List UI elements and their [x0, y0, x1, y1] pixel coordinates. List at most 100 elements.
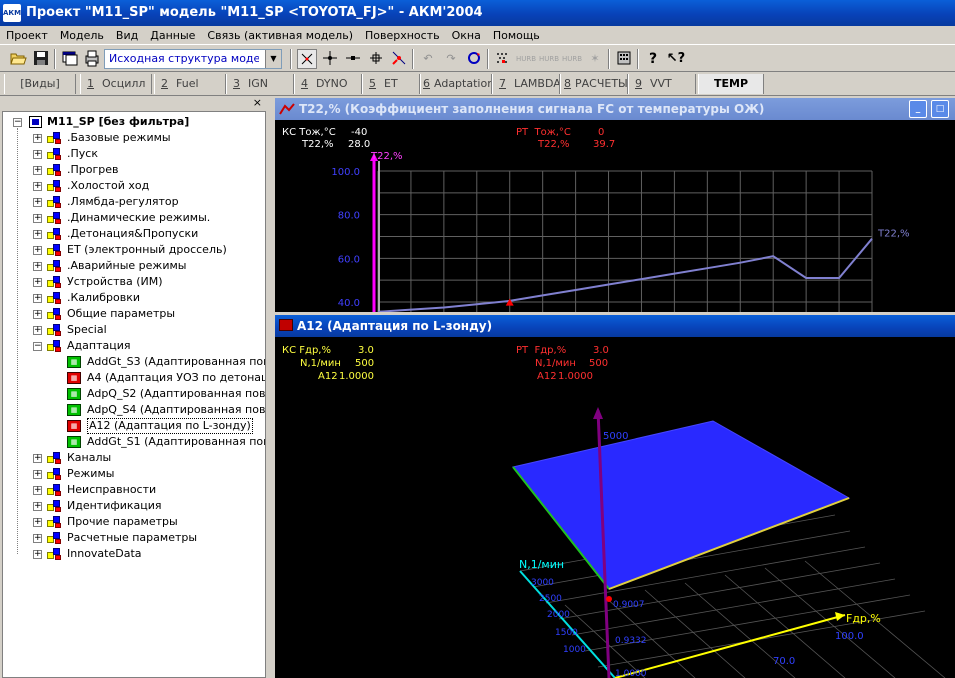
tree-group[interactable]: .Прогрев — [67, 162, 119, 178]
group-expander[interactable]: + — [33, 454, 42, 463]
tab-lambda[interactable]: 7 LAMBDA — [492, 74, 560, 94]
menu-connection[interactable]: Связь (активная модель) — [201, 26, 359, 45]
tree-group[interactable]: .Детонация&Пропуски — [67, 226, 198, 242]
menu-model[interactable]: Модель — [54, 26, 110, 45]
tree-group[interactable]: Устройства (ИМ) — [67, 274, 163, 290]
app-icon[interactable]: АКМ — [3, 4, 21, 22]
group-expander[interactable]: + — [33, 166, 42, 175]
smooth-icon[interactable] — [493, 49, 513, 69]
group-expander[interactable]: + — [33, 502, 42, 511]
group-expander[interactable]: + — [33, 230, 42, 239]
group-expander[interactable]: + — [33, 550, 42, 559]
tab-fuel[interactable]: 2 Fuel — [154, 74, 226, 94]
chart-window-t22[interactable]: T22,% (Коэффициент заполнения сигнала FC… — [275, 98, 955, 312]
group-expander[interactable]: + — [33, 198, 42, 207]
tab-adaptation[interactable]: 6 Adaptation — [420, 74, 492, 94]
print-icon[interactable] — [82, 49, 102, 69]
tab-temp[interactable]: TEMP — [698, 74, 764, 94]
menu-view[interactable]: Вид — [110, 26, 144, 45]
tree-module[interactable]: AdpQ_S2 (Адаптированная пов-ть — [87, 386, 265, 402]
tree-group[interactable]: InnovateData — [67, 546, 142, 562]
tree-module[interactable]: AddGt_S1 (Адаптированная пов-ть — [87, 434, 265, 450]
group-expander[interactable]: + — [33, 278, 42, 287]
group-expander[interactable]: + — [33, 518, 42, 527]
menu-data[interactable]: Данные — [144, 26, 201, 45]
save-icon[interactable] — [31, 49, 51, 69]
tab-vvt[interactable]: 9 VVT — [628, 74, 696, 94]
group-expander[interactable]: + — [33, 214, 42, 223]
tree-group[interactable]: .Пуск — [67, 146, 98, 162]
group-expander[interactable]: + — [33, 134, 42, 143]
group-expander[interactable]: + — [33, 150, 42, 159]
tab-calculations[interactable]: 8 РАСЧЕТЫ — [560, 74, 628, 94]
model-tree[interactable]: − M11_SP [без фильтра] + .Базовые режимы + .П… — [2, 111, 266, 678]
tree-group[interactable]: .Динамические режимы. — [67, 210, 210, 226]
group-expander[interactable]: + — [33, 262, 42, 271]
group-expander[interactable]: + — [33, 310, 42, 319]
group-expander[interactable]: + — [33, 326, 42, 335]
surface-window-a12[interactable]: A12 (Адаптация по L-зонду) КС Fдр,% 3.0 … — [275, 315, 955, 678]
app-titlebar[interactable]: АКМ Проект "M11_SP" модель "M11_SP <TOYO… — [0, 0, 955, 26]
tree-module[interactable]: A12 (Адаптация по L-зонду) — [87, 418, 253, 434]
group-expander[interactable]: + — [33, 486, 42, 495]
help-icon[interactable]: ? — [643, 49, 663, 69]
smooth3-icon[interactable]: HURB — [539, 49, 559, 69]
group-expander[interactable]: + — [33, 534, 42, 543]
group-expander[interactable]: + — [33, 294, 42, 303]
tree-group[interactable]: Неисправности — [67, 482, 156, 498]
tree-module[interactable]: AddGt_S3 (Адаптированная пов-ть — [87, 354, 265, 370]
menu-surface[interactable]: Поверхность — [359, 26, 446, 45]
calc-icon[interactable] — [614, 49, 634, 69]
tree-group[interactable]: .Базовые режимы — [67, 130, 171, 146]
close-icon[interactable]: × — [253, 96, 262, 110]
select-icon[interactable] — [389, 49, 409, 69]
group-expander[interactable]: + — [33, 182, 42, 191]
tree-group[interactable]: .Калибровки — [67, 290, 140, 306]
tree-group[interactable]: ET (электронный дроссель) — [67, 242, 227, 258]
group-expander[interactable]: + — [33, 246, 42, 255]
context-help-icon[interactable]: ↖? — [666, 49, 686, 69]
smooth4-icon[interactable]: HURB — [562, 49, 582, 69]
chevron-down-icon[interactable]: ▼ — [265, 50, 281, 68]
tree-group[interactable]: Общие параметры — [67, 306, 175, 322]
tree-group[interactable]: .Лямбда-регулятор — [67, 194, 179, 210]
group-expander[interactable]: − — [33, 342, 42, 351]
windows-icon[interactable] — [60, 49, 80, 69]
grid-icon[interactable] — [366, 49, 386, 69]
structure-select[interactable]: Исходная структура модели 'M ▼ — [104, 49, 282, 69]
menu-project[interactable]: Проект — [0, 26, 54, 45]
tree-group[interactable]: Идентификация — [67, 498, 162, 514]
redo-icon[interactable]: ↷ — [441, 49, 461, 69]
tree-group[interactable]: Расчетные параметры — [67, 530, 197, 546]
menu-help[interactable]: Помощь — [487, 26, 546, 45]
tab-dyno[interactable]: 4 DYNO — [294, 74, 362, 94]
panel-splitter[interactable] — [268, 96, 274, 678]
smooth2-icon[interactable]: HURB — [516, 49, 536, 69]
tab-views[interactable]: [Виды] — [4, 74, 76, 94]
surface-3d[interactable]: 5000 Fдр,% 100.0 70.0 N,1/мин 3000 2500 … — [275, 315, 955, 678]
tab-et[interactable]: 5 ET — [362, 74, 420, 94]
menu-windows[interactable]: Окна — [446, 26, 487, 45]
undo-icon[interactable]: ↶ — [418, 49, 438, 69]
open-icon[interactable] — [8, 49, 28, 69]
point-icon[interactable] — [320, 49, 340, 69]
tree-group[interactable]: .Аварийные режимы — [67, 258, 186, 274]
tree-group[interactable]: Каналы — [67, 450, 111, 466]
tree-group[interactable]: Адаптация — [67, 338, 130, 354]
tree-module[interactable]: A4 (Адаптация УОЗ по детонации — [87, 370, 265, 386]
tree-group[interactable]: .Холостой ход — [67, 178, 149, 194]
root-expander[interactable]: − — [13, 118, 22, 127]
move-icon[interactable] — [343, 49, 363, 69]
refresh-icon[interactable] — [464, 49, 484, 69]
line-chart[interactable]: 100.0 80.0 60.0 40.0 T22,% T22,% — [275, 98, 955, 312]
group-expander[interactable]: + — [33, 470, 42, 479]
cursor-icon[interactable] — [297, 49, 317, 69]
tree-group[interactable]: Special — [67, 322, 107, 338]
wand-icon[interactable]: ✶ — [585, 49, 605, 69]
tree-group[interactable]: Прочие параметры — [67, 514, 178, 530]
tab-oscill[interactable]: 1 Осцилл — [80, 74, 152, 94]
tree-module[interactable]: AdpQ_S4 (Адаптированная пов-ть — [87, 402, 265, 418]
tab-ign[interactable]: 3 IGN — [226, 74, 294, 94]
tree-group[interactable]: Режимы — [67, 466, 114, 482]
tree-root[interactable]: M11_SP [без фильтра] — [47, 114, 189, 130]
